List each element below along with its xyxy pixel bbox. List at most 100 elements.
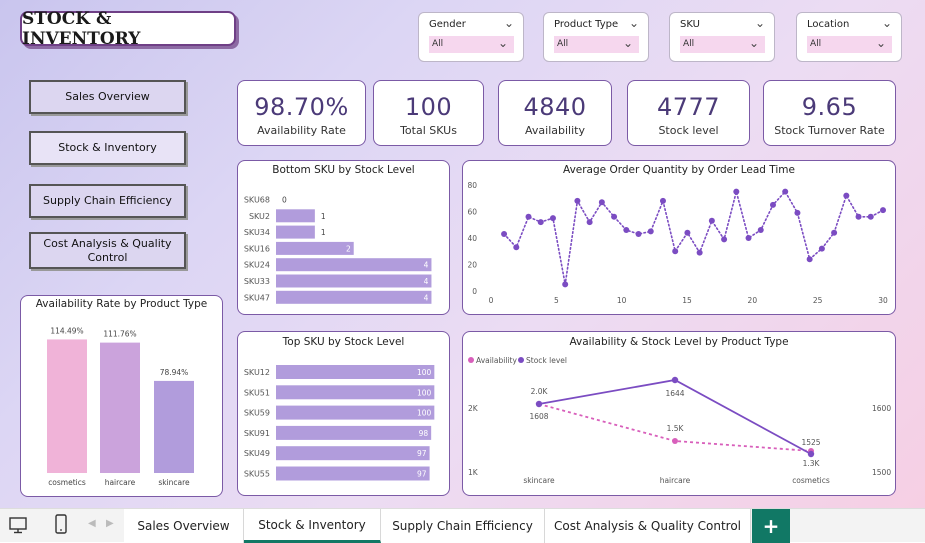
- y-tick-label: 1K: [468, 468, 479, 477]
- data-point: [635, 231, 642, 238]
- data-point: [794, 209, 801, 216]
- legend-label: Stock level: [526, 356, 567, 365]
- desktop-icon[interactable]: [8, 515, 28, 535]
- data-point: [659, 197, 666, 204]
- filter-location[interactable]: Location ⌄ All ⌄: [796, 12, 902, 62]
- filter-gender[interactable]: Gender ⌄ All ⌄: [418, 12, 524, 62]
- chevron-right-icon[interactable]: ▶: [106, 518, 114, 529]
- filter-product-type-select[interactable]: All ⌄: [554, 36, 639, 53]
- data-point: [782, 188, 789, 195]
- y-tick-label: SKU2: [249, 212, 270, 221]
- data-point: [696, 249, 703, 256]
- nav-sales-overview-button[interactable]: Sales Overview: [29, 80, 186, 114]
- filter-location-value: All: [810, 39, 822, 49]
- bar: [276, 425, 432, 440]
- data-point: [672, 248, 679, 255]
- page-title-text: STOCK & INVENTORY: [22, 8, 141, 49]
- chevron-down-icon: ⌄: [748, 36, 759, 50]
- add-page-button[interactable]: +: [752, 509, 790, 543]
- y-tick-label: SKU68: [244, 196, 270, 205]
- y-tick-label: 20: [467, 261, 477, 270]
- y-tick-label: SKU16: [244, 244, 270, 253]
- bar: [154, 380, 194, 473]
- data-label: 1525: [801, 438, 820, 447]
- bar: [276, 258, 432, 272]
- kpi-stock-turnover-rate: 9.65 Stock Turnover Rate: [763, 80, 896, 146]
- x-tick-label: 0: [489, 296, 494, 305]
- y-tick-label: 0: [472, 287, 477, 296]
- kpi-label: Availability: [525, 124, 585, 137]
- avg-order-chart-card: Average Order Quantity by Order Lead Tim…: [462, 160, 896, 315]
- data-point: [598, 199, 605, 206]
- tab-cost-analysis[interactable]: Cost Analysis & Quality Control: [545, 509, 751, 543]
- x-tick-label: cosmetics: [792, 476, 830, 485]
- kpi-value: 4840: [523, 93, 587, 121]
- bar: [100, 342, 140, 473]
- tab-supply-chain[interactable]: Supply Chain Efficiency: [381, 509, 545, 543]
- data-point: [501, 231, 508, 238]
- kpi-value: 100: [404, 93, 453, 121]
- nav-stock-inventory-button[interactable]: Stock & Inventory: [29, 131, 186, 165]
- filter-sku-label: SKU: [680, 19, 700, 30]
- data-point: [513, 244, 520, 251]
- bar: [276, 405, 435, 420]
- page-title: STOCK & INVENTORY: [20, 8, 236, 49]
- y-tick-label: SKU34: [244, 228, 270, 237]
- x-tick-label: skincare: [158, 478, 190, 487]
- filter-location-select[interactable]: All ⌄: [807, 36, 892, 53]
- x-tick-label: cosmetics: [48, 478, 86, 487]
- phone-icon[interactable]: [53, 513, 69, 537]
- x-tick-label: 10: [617, 296, 627, 305]
- data-label: 97: [417, 470, 427, 479]
- filter-sku-value: All: [683, 39, 695, 49]
- tab-stock-inventory[interactable]: Stock & Inventory: [244, 509, 381, 543]
- chevron-down-icon[interactable]: ⌄: [504, 16, 514, 30]
- kpi-label: Availability Rate: [257, 124, 346, 137]
- data-label: 4: [424, 293, 429, 302]
- y-tick-label: SKU91: [244, 429, 270, 438]
- y-tick-label: 60: [467, 208, 477, 217]
- data-label: 100: [417, 409, 432, 418]
- nav-cost-analysis-button[interactable]: Cost Analysis & Quality Control: [29, 232, 186, 269]
- data-label: 114.49%: [50, 326, 83, 335]
- chevron-down-icon[interactable]: ⌄: [629, 16, 639, 30]
- y-tick-label: SKU51: [244, 388, 270, 397]
- data-label: 4: [424, 261, 429, 270]
- filter-sku-select[interactable]: All ⌄: [680, 36, 765, 53]
- nav-cost-analysis-label: Cost Analysis & Quality Control: [43, 236, 172, 264]
- filter-product-type-label: Product Type: [554, 19, 619, 30]
- y-tick-label: SKU59: [244, 409, 270, 418]
- data-label: 2.0K: [531, 387, 549, 396]
- data-point: [708, 217, 715, 224]
- y-tick-label: 2K: [468, 404, 479, 413]
- avg-order-chart: 0 20 40 60 80 0 5 10 15 20 25 30: [467, 181, 888, 305]
- x-tick-label: haircare: [105, 478, 136, 487]
- data-point: [807, 450, 815, 458]
- chevron-down-icon[interactable]: ⌄: [882, 16, 892, 30]
- data-label: 0: [282, 196, 287, 205]
- filter-product-type[interactable]: Product Type ⌄ All ⌄: [543, 12, 649, 62]
- filter-sku[interactable]: SKU ⌄ All ⌄: [669, 12, 775, 62]
- bar: [276, 385, 435, 400]
- legend-marker: [518, 357, 524, 363]
- filter-location-label: Location: [807, 19, 850, 30]
- tab-sales-overview[interactable]: Sales Overview: [124, 509, 244, 543]
- series-line: [503, 188, 884, 285]
- y-tick-label: SKU33: [244, 277, 270, 286]
- avail-stock-chart-card: Availability & Stock Level by Product Ty…: [462, 331, 896, 496]
- y-tick-label: 40: [467, 234, 477, 243]
- y-tick-label: SKU47: [244, 293, 270, 302]
- data-point: [733, 188, 740, 195]
- x-tick-label: 30: [878, 296, 888, 305]
- data-label: 2: [346, 244, 351, 253]
- chevron-down-icon[interactable]: ⌄: [755, 16, 765, 30]
- chevron-left-icon[interactable]: ◀: [88, 518, 96, 529]
- filter-gender-value: All: [432, 39, 444, 49]
- nav-supply-chain-button[interactable]: Supply Chain Efficiency: [29, 184, 186, 218]
- data-label: 1: [321, 228, 326, 237]
- data-point: [843, 192, 850, 199]
- data-point: [757, 227, 764, 234]
- nav-supply-chain-label: Supply Chain Efficiency: [43, 194, 172, 207]
- filter-gender-select[interactable]: All ⌄: [429, 36, 514, 53]
- data-point: [745, 235, 752, 241]
